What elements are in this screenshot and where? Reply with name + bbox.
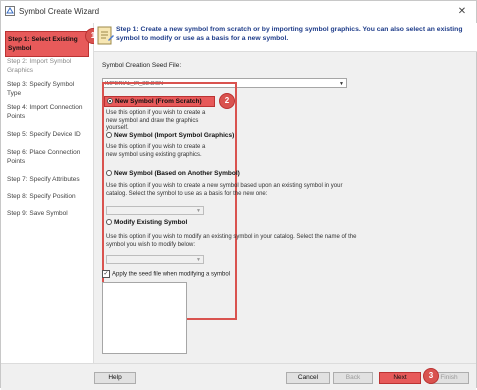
option-description: Use this option if you wish to create a … <box>106 183 343 197</box>
option-description: Use this option if you wish to create a … <box>106 110 206 131</box>
step-import-connection-points[interactable]: Step 4: Import Connection Points <box>7 103 87 121</box>
step-specify-symbol-type[interactable]: Step 3: Specify Symbol Type <box>7 80 87 98</box>
cancel-button[interactable]: Cancel <box>286 372 330 384</box>
help-button[interactable]: Help <box>94 372 136 384</box>
option-description: Use this option if you wish to modify an… <box>106 234 357 248</box>
apply-seed-label: Apply the seed file when modifying a sym… <box>112 271 231 278</box>
back-button[interactable]: Back <box>333 372 373 384</box>
chevron-down-icon: ▼ <box>196 208 201 214</box>
option-new-from-scratch[interactable]: New Symbol (From Scratch) <box>104 96 215 107</box>
step-save-symbol[interactable]: Step 9: Save Symbol <box>7 209 87 218</box>
radio-icon[interactable] <box>107 98 113 105</box>
checkmark-icon[interactable]: ✓ <box>102 270 110 278</box>
wizard-header: Step 1: Create a new symbol from scratch… <box>94 23 477 52</box>
wizard-content: Symbol Creation Seed File: IMPERIAL_IR_3… <box>94 52 477 364</box>
option-new-based-on-another[interactable]: New Symbol (Based on Another Symbol) <box>106 170 240 177</box>
seed-file-label: Symbol Creation Seed File: <box>102 62 182 69</box>
window-title: Symbol Create Wizard <box>19 7 100 16</box>
step-import-symbol-graphics[interactable]: Step 2: Import Symbol Graphics <box>7 57 87 75</box>
step-select-existing-symbol[interactable]: Step 1: Select Existing Symbol <box>5 31 89 57</box>
title-bar: Symbol Create Wizard ✕ <box>1 1 476 23</box>
step-specify-device-id[interactable]: Step 5: Specify Device ID <box>7 130 87 139</box>
apply-seed-checkbox[interactable]: ✓ Apply the seed file when modifying a sy… <box>102 270 230 278</box>
radio-icon[interactable] <box>106 132 112 139</box>
symbol-create-wizard-window: Symbol Create Wizard ✕ Step 1: Select Ex… <box>0 0 477 390</box>
option-label: New Symbol (From Scratch) <box>115 98 202 105</box>
steps-sidebar: Step 1: Select Existing Symbol Step 2: I… <box>1 23 94 363</box>
callout-marker-2: 2 <box>219 93 235 109</box>
app-icon <box>5 6 15 16</box>
chevron-down-icon: ▼ <box>196 257 201 263</box>
modify-symbol-dropdown[interactable]: ▼ <box>106 255 204 264</box>
step-specify-position[interactable]: Step 8: Specify Position <box>7 192 87 201</box>
step-instruction: Step 1: Create a new symbol from scratch… <box>116 26 463 42</box>
option-label: Modify Existing Symbol <box>114 219 188 226</box>
option-modify-existing[interactable]: Modify Existing Symbol <box>106 219 187 226</box>
close-icon[interactable]: ✕ <box>448 1 476 23</box>
step-specify-attributes[interactable]: Step 7: Specify Attributes <box>7 175 87 184</box>
wizard-icon <box>97 26 114 45</box>
option-new-import-graphics[interactable]: New Symbol (Import Symbol Graphics) <box>106 132 234 139</box>
base-symbol-dropdown[interactable]: ▼ <box>106 206 204 215</box>
radio-icon[interactable] <box>106 219 112 226</box>
step-place-connection-points[interactable]: Step 6: Place Connection Points <box>7 148 87 166</box>
symbol-preview-pane <box>102 282 187 354</box>
next-button[interactable]: Next <box>379 372 421 384</box>
chevron-down-icon: ▼ <box>339 81 344 87</box>
option-label: New Symbol (Import Symbol Graphics) <box>114 132 235 139</box>
radio-icon[interactable] <box>106 170 112 177</box>
option-label: New Symbol (Based on Another Symbol) <box>114 170 240 177</box>
wizard-footer: Help Cancel Back Next Finish <box>1 363 476 390</box>
option-description: Use this option if you wish to create a … <box>106 144 206 158</box>
callout-marker-3: 3 <box>423 368 439 384</box>
